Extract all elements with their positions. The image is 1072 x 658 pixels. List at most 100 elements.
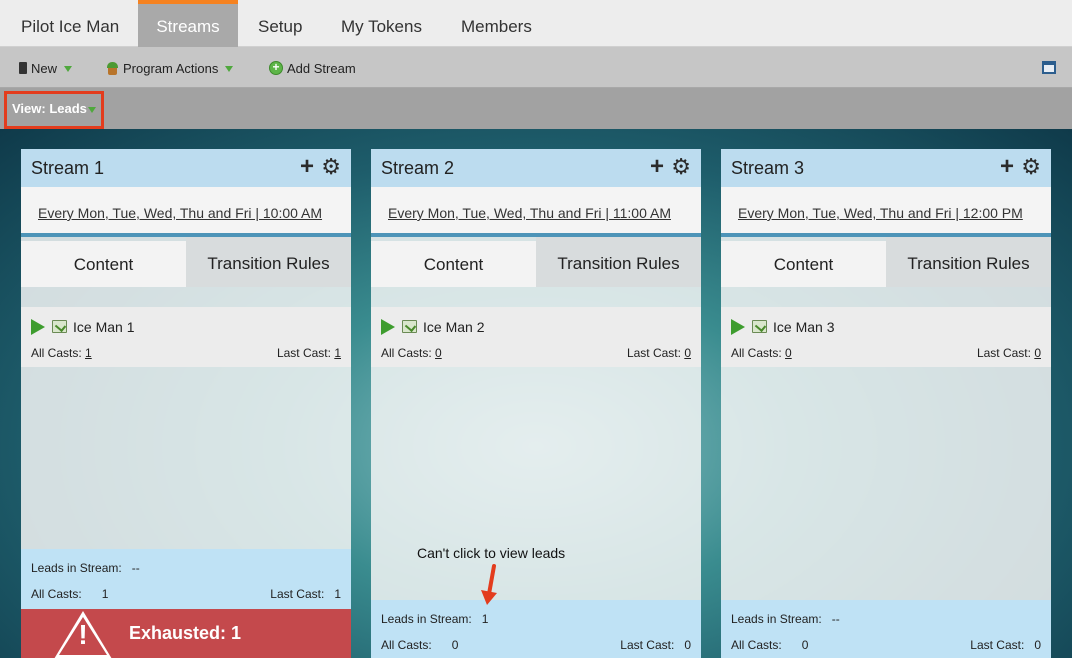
stream-column-2: Stream 2 + ⚙ Every Mon, Tue, Wed, Thu an… <box>371 149 701 658</box>
tab-content[interactable]: Content <box>371 241 536 287</box>
last-cast: Last Cast: 1 <box>277 346 341 360</box>
tab-streams[interactable]: Streams <box>138 0 238 47</box>
all-casts-label: All Casts: <box>381 346 432 360</box>
add-icon[interactable]: + <box>650 155 664 179</box>
footer-last-cast-label: Last Cast: <box>620 638 675 652</box>
program-actions-button[interactable]: Program Actions <box>106 59 234 77</box>
tab-transition-rules[interactable]: Transition Rules <box>536 237 701 287</box>
footer-all-casts: All Casts: 1 <box>31 587 108 601</box>
content-name: Ice Man 3 <box>773 319 835 335</box>
footer-all-casts-label: All Casts: <box>31 587 82 601</box>
exhausted-bar[interactable]: ! Exhausted: 1 <box>21 609 351 658</box>
add-circle-icon: + <box>269 61 283 75</box>
all-casts-link[interactable]: 1 <box>85 346 92 360</box>
all-casts-label: All Casts: <box>31 346 82 360</box>
leads-in-stream: Leads in Stream: -- <box>31 561 140 575</box>
footer-all-casts-value: 0 <box>801 638 809 652</box>
exhausted-value: 1 <box>231 623 242 643</box>
stream-title: Stream 3 <box>731 158 805 178</box>
new-label: New <box>31 60 58 76</box>
footer-last-cast-label: Last Cast: <box>270 587 325 601</box>
program-actions-label: Program Actions <box>123 60 219 76</box>
stream-header: Stream 2 + ⚙ <box>371 149 701 187</box>
email-icon <box>402 320 417 333</box>
tab-transition-rules[interactable]: Transition Rules <box>886 237 1051 287</box>
last-cast: Last Cast: 0 <box>977 346 1041 360</box>
tab-content[interactable]: Content <box>21 241 186 287</box>
view-bar: View: Leads <box>0 88 1072 129</box>
dropdown-arrow-icon <box>64 66 73 72</box>
leads-in-stream: Leads in Stream: 1 <box>381 612 488 626</box>
all-casts: All Casts: 0 <box>731 346 792 360</box>
last-cast-link[interactable]: 0 <box>684 346 691 360</box>
add-icon[interactable]: + <box>300 155 314 179</box>
last-cast-label: Last Cast: <box>626 346 681 360</box>
leads-value: 1 <box>481 612 489 626</box>
tab-my-tokens[interactable]: My Tokens <box>341 0 422 47</box>
last-cast: Last Cast: 0 <box>627 346 691 360</box>
new-button[interactable]: New <box>19 59 73 77</box>
tab-content[interactable]: Content <box>721 241 886 287</box>
dropdown-arrow-icon <box>87 106 96 113</box>
email-icon <box>52 320 67 333</box>
all-casts-link[interactable]: 0 <box>435 346 442 360</box>
last-cast-label: Last Cast: <box>976 346 1031 360</box>
stream-column-3: Stream 3 + ⚙ Every Mon, Tue, Wed, Thu an… <box>721 149 1051 658</box>
last-cast-label: Last Cast: <box>276 346 331 360</box>
leads-label: Leads in Stream: <box>31 561 122 575</box>
footer-all-casts-label: All Casts: <box>731 638 782 652</box>
all-casts-link[interactable]: 0 <box>785 346 792 360</box>
gear-icon[interactable]: ⚙ <box>671 156 691 178</box>
tab-transition-rules[interactable]: Transition Rules <box>186 237 351 287</box>
footer-last-cast: Last Cast: 1 <box>270 587 341 601</box>
stream-schedule: Every Mon, Tue, Wed, Thu and Fri | 11:00… <box>371 187 701 237</box>
stream-footer: Leads in Stream: 1 All Casts: 0 Last Cast:… <box>371 600 701 658</box>
stream-footer: Leads in Stream: -- All Casts: 1 Last Cast… <box>21 549 351 609</box>
stream-schedule: Every Mon, Tue, Wed, Thu and Fri | 12:00… <box>721 187 1051 237</box>
tab-members[interactable]: Members <box>461 0 532 47</box>
red-arrow-icon <box>481 564 497 605</box>
stream-title: Stream 1 <box>31 158 105 178</box>
tab-pilot-ice-man[interactable]: Pilot Ice Man <box>0 0 138 47</box>
stream-footer: Leads in Stream: -- All Casts: 0 Last Cast… <box>721 600 1051 658</box>
window-icon[interactable] <box>1042 61 1056 74</box>
exhausted-label: Exhausted: <box>129 623 227 643</box>
schedule-link[interactable]: Every Mon, Tue, Wed, Thu and Fri | 10:00… <box>38 205 333 221</box>
play-icon[interactable] <box>31 319 45 335</box>
list-item[interactable]: Ice Man 1 All Casts: 1 Last Cast: 1 <box>21 307 351 367</box>
footer-all-casts: All Casts: 0 <box>381 638 458 652</box>
stream-column-1: Stream 1 + ⚙ Every Mon, Tue, Wed, Thu an… <box>21 149 351 658</box>
play-icon[interactable] <box>731 319 745 335</box>
tab-setup[interactable]: Setup <box>258 0 302 47</box>
footer-last-cast-label: Last Cast: <box>970 638 1025 652</box>
play-icon[interactable] <box>381 319 395 335</box>
all-casts: All Casts: 1 <box>31 346 92 360</box>
footer-last-cast-value: 1 <box>334 587 341 601</box>
plant-pot-icon <box>106 61 119 75</box>
last-cast-link[interactable]: 1 <box>334 346 341 360</box>
schedule-link[interactable]: Every Mon, Tue, Wed, Thu and Fri | 12:00… <box>738 205 1033 221</box>
footer-all-casts-value: 1 <box>101 587 109 601</box>
footer-last-cast-value: 0 <box>684 638 691 652</box>
list-item[interactable]: Ice Man 3 All Casts: 0 Last Cast: 0 <box>721 307 1051 367</box>
schedule-link[interactable]: Every Mon, Tue, Wed, Thu and Fri | 11:00… <box>388 205 683 221</box>
leads-label: Leads in Stream: <box>731 612 822 626</box>
view-label: View: Leads <box>12 101 87 116</box>
footer-all-casts: All Casts: 0 <box>731 638 808 652</box>
new-icon <box>19 62 27 74</box>
add-icon[interactable]: + <box>1000 155 1014 179</box>
last-cast-link[interactable]: 0 <box>1034 346 1041 360</box>
stream-header: Stream 1 + ⚙ <box>21 149 351 187</box>
footer-all-casts-value: 0 <box>451 638 459 652</box>
gear-icon[interactable]: ⚙ <box>321 156 341 178</box>
leads-value: -- <box>831 612 840 626</box>
stream-schedule: Every Mon, Tue, Wed, Thu and Fri | 10:00… <box>21 187 351 237</box>
view-selector[interactable]: View: Leads <box>12 101 96 116</box>
add-stream-button[interactable]: + Add Stream <box>269 59 356 77</box>
annotation-text: Can't click to view leads <box>417 545 566 561</box>
list-item[interactable]: Ice Man 2 All Casts: 0 Last Cast: 0 <box>371 307 701 367</box>
gear-icon[interactable]: ⚙ <box>1021 156 1041 178</box>
leads-in-stream: Leads in Stream: -- <box>731 612 840 626</box>
leads-value: -- <box>131 561 140 575</box>
footer-last-cast-value: 0 <box>1034 638 1041 652</box>
